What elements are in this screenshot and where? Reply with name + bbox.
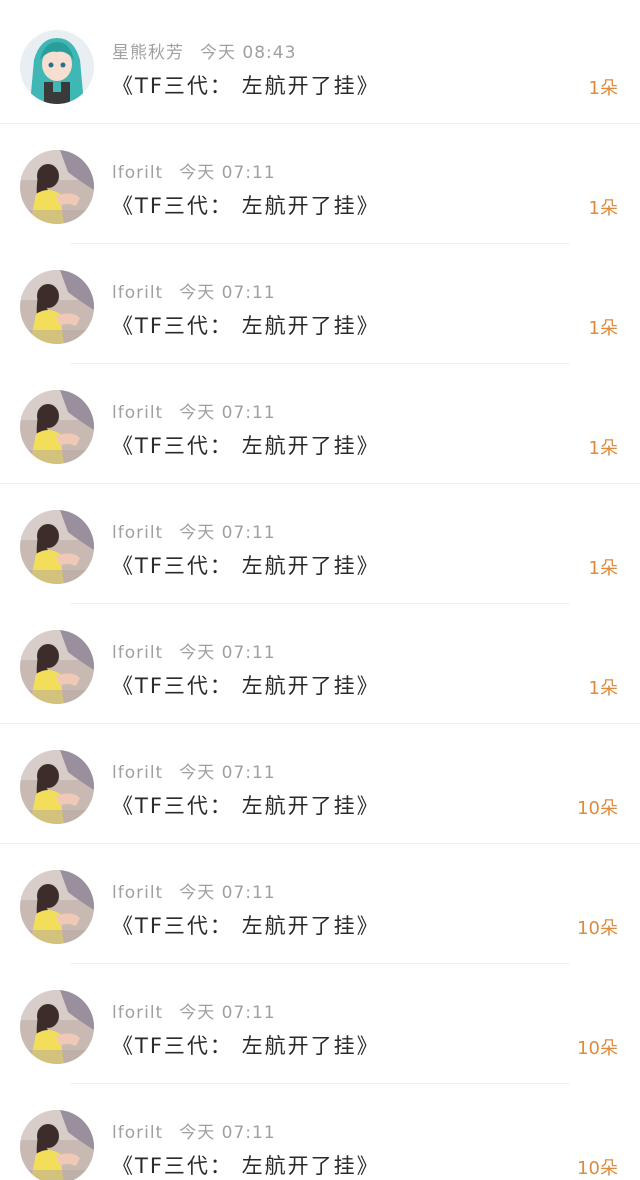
gift-count: 10朵 <box>577 798 618 819</box>
sender-name: lforilt <box>112 283 164 303</box>
message-meta: lforilt 今天 07:11 <box>112 158 276 183</box>
sender-name: lforilt <box>112 1123 164 1143</box>
message-time: 今天 07:11 <box>179 1123 276 1143</box>
sender-name: lforilt <box>112 883 164 903</box>
avatar[interactable] <box>20 630 94 704</box>
avatar[interactable] <box>20 390 94 464</box>
avatar[interactable] <box>20 270 94 344</box>
sender-name: lforilt <box>112 643 164 663</box>
message-time: 今天 07:11 <box>179 1003 276 1023</box>
girl-photo-avatar-icon <box>20 750 94 824</box>
message-time: 今天 07:11 <box>179 283 276 303</box>
message-meta: lforilt 今天 07:11 <box>112 278 276 303</box>
gift-count: 1朵 <box>588 558 618 579</box>
work-title[interactable]: 《TF三代： 左航开了挂》 <box>112 70 380 100</box>
girl-photo-avatar-icon <box>20 390 94 464</box>
girl-photo-avatar-icon <box>20 870 94 944</box>
message-time: 今天 07:11 <box>179 883 276 903</box>
work-title[interactable]: 《TF三代： 左航开了挂》 <box>112 790 380 820</box>
avatar[interactable] <box>20 150 94 224</box>
gift-count: 1朵 <box>588 78 618 99</box>
work-title[interactable]: 《TF三代： 左航开了挂》 <box>112 190 380 220</box>
message-meta: lforilt 今天 07:11 <box>112 758 276 783</box>
message-meta: lforilt 今天 07:11 <box>112 398 276 423</box>
avatar[interactable] <box>20 30 94 104</box>
gift-count: 1朵 <box>588 318 618 339</box>
list-item[interactable]: lforilt 今天 07:11 《TF三代： 左航开了挂》 10朵 <box>0 1084 640 1180</box>
sender-name: lforilt <box>112 163 164 183</box>
gift-count: 1朵 <box>588 438 618 459</box>
message-time: 今天 07:11 <box>179 163 276 183</box>
work-title[interactable]: 《TF三代： 左航开了挂》 <box>112 430 380 460</box>
message-meta: lforilt 今天 07:11 <box>112 998 276 1023</box>
message-time: 今天 07:11 <box>179 403 276 423</box>
gift-count: 10朵 <box>577 918 618 939</box>
list-item[interactable]: lforilt 今天 07:11 《TF三代： 左航开了挂》 10朵 <box>0 844 640 964</box>
avatar[interactable] <box>20 990 94 1064</box>
message-time: 今天 07:11 <box>179 643 276 663</box>
avatar[interactable] <box>20 870 94 944</box>
list-item[interactable]: lforilt 今天 07:11 《TF三代： 左航开了挂》 1朵 <box>0 484 640 604</box>
list-item[interactable]: lforilt 今天 07:11 《TF三代： 左航开了挂》 10朵 <box>0 724 640 844</box>
work-title[interactable]: 《TF三代： 左航开了挂》 <box>112 910 380 940</box>
gift-count: 10朵 <box>577 1158 618 1179</box>
work-title[interactable]: 《TF三代： 左航开了挂》 <box>112 310 380 340</box>
message-meta: lforilt 今天 07:11 <box>112 1118 276 1143</box>
sender-name: lforilt <box>112 403 164 423</box>
avatar[interactable] <box>20 1110 94 1180</box>
sender-name: lforilt <box>112 523 164 543</box>
list-item[interactable]: 星熊秋芳 今天 08:43 《TF三代： 左航开了挂》 1朵 <box>0 4 640 124</box>
sender-name: 星熊秋芳 <box>112 43 184 63</box>
message-meta: lforilt 今天 07:11 <box>112 638 276 663</box>
list-item[interactable]: lforilt 今天 07:11 《TF三代： 左航开了挂》 1朵 <box>0 244 640 364</box>
work-title[interactable]: 《TF三代： 左航开了挂》 <box>112 670 380 700</box>
gift-count: 1朵 <box>588 678 618 699</box>
girl-photo-avatar-icon <box>20 150 94 224</box>
message-meta: lforilt 今天 07:11 <box>112 518 276 543</box>
gift-message-list: 星熊秋芳 今天 08:43 《TF三代： 左航开了挂》 1朵 lforilt 今天 … <box>0 0 640 1180</box>
girl-photo-avatar-icon <box>20 630 94 704</box>
sender-name: lforilt <box>112 1003 164 1023</box>
list-item[interactable]: lforilt 今天 07:11 《TF三代： 左航开了挂》 1朵 <box>0 124 640 244</box>
list-item[interactable]: lforilt 今天 07:11 《TF三代： 左航开了挂》 1朵 <box>0 604 640 724</box>
work-title[interactable]: 《TF三代： 左航开了挂》 <box>112 550 380 580</box>
gift-count: 10朵 <box>577 1038 618 1059</box>
girl-photo-avatar-icon <box>20 1110 94 1180</box>
list-item[interactable]: lforilt 今天 07:11 《TF三代： 左航开了挂》 1朵 <box>0 364 640 484</box>
girl-photo-avatar-icon <box>20 990 94 1064</box>
message-time: 今天 08:43 <box>200 43 297 63</box>
miku-avatar-icon <box>20 30 94 104</box>
avatar[interactable] <box>20 750 94 824</box>
work-title[interactable]: 《TF三代： 左航开了挂》 <box>112 1030 380 1060</box>
message-meta: lforilt 今天 07:11 <box>112 878 276 903</box>
work-title[interactable]: 《TF三代： 左航开了挂》 <box>112 1150 380 1180</box>
avatar[interactable] <box>20 510 94 584</box>
message-time: 今天 07:11 <box>179 763 276 783</box>
girl-photo-avatar-icon <box>20 510 94 584</box>
gift-count: 1朵 <box>588 198 618 219</box>
girl-photo-avatar-icon <box>20 270 94 344</box>
message-meta: 星熊秋芳 今天 08:43 <box>112 38 296 63</box>
list-item[interactable]: lforilt 今天 07:11 《TF三代： 左航开了挂》 10朵 <box>0 964 640 1084</box>
message-time: 今天 07:11 <box>179 523 276 543</box>
sender-name: lforilt <box>112 763 164 783</box>
